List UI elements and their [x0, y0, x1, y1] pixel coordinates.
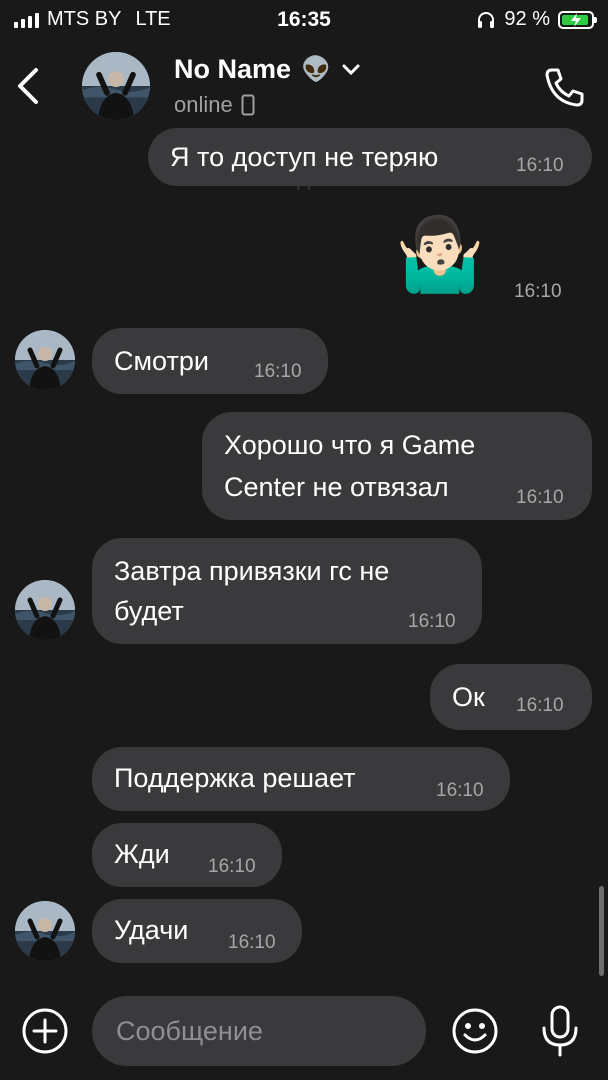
alien-emoji: 👽 [301, 56, 331, 83]
chat-header: No Name 👽 online [0, 40, 608, 132]
message-bubble-outgoing[interactable]: Ок 16:10 [430, 664, 592, 730]
message-bubble-incoming[interactable]: Смотри 16:10 [92, 328, 328, 394]
message-time: 16:10 [516, 487, 564, 508]
phone-device-icon [241, 94, 255, 116]
presence-row: online [174, 92, 255, 118]
message-composer: Сообщение [0, 990, 608, 1080]
message-text: Ок [452, 682, 485, 712]
message-input[interactable]: Сообщение [92, 996, 426, 1066]
contact-name: No Name [174, 54, 292, 84]
message-bubble-incoming[interactable]: Поддержка решает 16:10 [92, 747, 510, 811]
scrollbar[interactable] [599, 886, 604, 976]
message-text: Смотри [114, 346, 209, 376]
battery-icon [558, 10, 597, 29]
emoji-icon[interactable] [450, 1006, 500, 1056]
status-bar: MTS BY LTE 16:35 92 % [0, 0, 608, 40]
battery-percent: 92 % [504, 8, 550, 30]
message-input-placeholder: Сообщение [116, 1015, 263, 1046]
message-bubble-incoming[interactable]: Жди 16:10 [92, 823, 282, 887]
message-time: 16:10 [516, 695, 564, 716]
avatar[interactable] [15, 580, 75, 640]
chevron-down-icon[interactable] [341, 63, 361, 77]
contact-avatar[interactable] [82, 52, 150, 120]
status-right: 92 % [476, 8, 597, 31]
plus-icon[interactable] [20, 1006, 70, 1056]
message-text: Поддержка решает [114, 763, 356, 793]
back-arrow-icon[interactable] [14, 66, 44, 106]
message-text: Я то доступ не теряю [170, 142, 439, 172]
message-time: 16:10 [516, 155, 564, 176]
phone-call-icon[interactable] [540, 64, 588, 112]
avatar[interactable] [15, 330, 75, 390]
message-time: 16:10 [228, 932, 276, 953]
message-time: 16:10 [208, 856, 256, 877]
headphones-icon [478, 11, 495, 28]
message-bubble-incoming[interactable]: Удачи 16:10 [92, 899, 302, 963]
message-time: 16:10 [514, 281, 562, 302]
avatar[interactable] [15, 901, 75, 961]
presence-status: online [174, 92, 233, 117]
message-bubble-incoming[interactable]: Завтра привязки гс не будет 16:10 [92, 538, 482, 644]
message-text-line-1: Хорошо что я Game [224, 430, 476, 460]
message-bubble-outgoing[interactable]: Хорошо что я Game Center не отвязал 16:1… [202, 412, 592, 520]
message-bubble-outgoing[interactable]: Я то доступ не теряю 16:10 [148, 128, 592, 186]
microphone-icon[interactable] [538, 1004, 582, 1058]
message-text: Жди [114, 839, 170, 869]
contact-name-row[interactable]: No Name 👽 [174, 54, 361, 85]
message-time: 16:10 [254, 361, 302, 382]
shrug-sticker[interactable]: 🤷🏻‍♂️ [392, 210, 488, 300]
message-text-line-1: Завтра привязки гс не [114, 556, 390, 586]
message-time: 16:10 [408, 611, 456, 632]
message-time: 16:10 [436, 780, 484, 801]
message-text: Удачи [114, 915, 189, 945]
